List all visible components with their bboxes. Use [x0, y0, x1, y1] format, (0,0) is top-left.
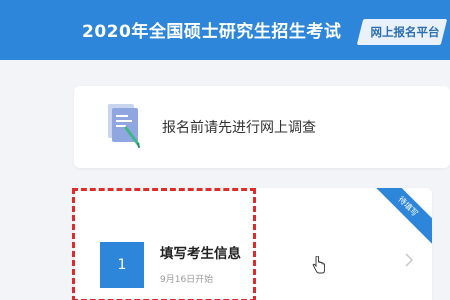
survey-card[interactable]: 报名前请先进行网上调查 — [74, 86, 450, 168]
page-title: 2020年全国硕士研究生招生考试 — [82, 22, 342, 42]
platform-tag: 网上报名平台 — [370, 25, 440, 39]
page: 2020年全国硕士研究生招生考试 网上报名平台 报名前请先进行网上调查 1 填写… — [0, 0, 450, 300]
hand-cursor-icon — [312, 255, 326, 274]
document-pen-icon — [104, 102, 144, 152]
survey-link-text[interactable]: 报名前请先进行网上调查 — [162, 117, 316, 137]
chevron-right-icon[interactable] — [404, 252, 414, 268]
header-bar: 2020年全国硕士研究生招生考试 网上报名平台 — [0, 0, 450, 60]
highlight-annotation-box — [72, 188, 256, 300]
